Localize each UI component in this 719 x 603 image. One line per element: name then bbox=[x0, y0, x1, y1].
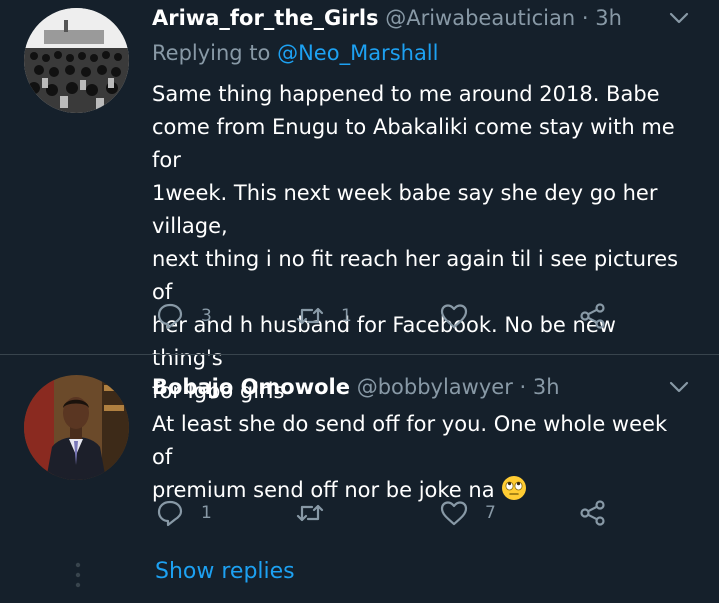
display-name[interactable]: Bobajo Omowole bbox=[152, 375, 350, 399]
timestamp[interactable]: 3h bbox=[595, 6, 622, 30]
tweet-actions: 1 7 bbox=[155, 493, 625, 533]
thread-dots-icon bbox=[75, 562, 81, 588]
reply-button[interactable]: 3 bbox=[155, 296, 212, 336]
tweet-text-body: At least she do send off for you. One wh… bbox=[152, 412, 668, 502]
chevron-down-icon[interactable] bbox=[667, 6, 691, 30]
share-button[interactable] bbox=[578, 296, 608, 336]
man-in-suit-photo-icon bbox=[24, 375, 129, 480]
separator-dot: · bbox=[581, 6, 589, 30]
display-name[interactable]: Ariwa_for_the_Girls bbox=[152, 6, 379, 30]
crowd-photo-icon bbox=[24, 8, 129, 113]
tweet[interactable]: Bobajo Omowole @bobbylawyer · 3h At leas… bbox=[0, 355, 719, 603]
mention-link[interactable]: @Neo_Marshall bbox=[277, 41, 438, 65]
heart-icon bbox=[440, 501, 468, 526]
share-icon bbox=[580, 303, 605, 329]
user-handle[interactable]: @Ariwabeautician bbox=[385, 6, 575, 30]
share-button[interactable] bbox=[578, 493, 608, 533]
like-count: 7 bbox=[485, 503, 496, 523]
avatar[interactable] bbox=[24, 8, 129, 113]
reply-icon bbox=[157, 500, 183, 527]
retweet-icon bbox=[296, 307, 324, 325]
share-icon bbox=[580, 500, 605, 526]
like-button[interactable] bbox=[439, 296, 485, 336]
show-replies-link[interactable]: Show replies bbox=[155, 559, 295, 584]
timestamp[interactable]: 3h bbox=[533, 375, 560, 399]
replying-prefix: Replying to bbox=[152, 41, 271, 65]
reply-count: 1 bbox=[201, 503, 212, 523]
tweet-header: Bobajo Omowole @bobbylawyer · 3h bbox=[152, 375, 560, 399]
avatar[interactable] bbox=[24, 375, 129, 480]
retweet-button[interactable]: 1 bbox=[295, 296, 352, 336]
replying-to: Replying to @Neo_Marshall bbox=[152, 41, 438, 65]
tweet[interactable]: Ariwa_for_the_Girls @Ariwabeautician · 3… bbox=[0, 0, 719, 403]
retweet-icon bbox=[296, 504, 324, 522]
chevron-down-icon[interactable] bbox=[667, 375, 691, 399]
tweet-actions: 3 1 bbox=[155, 296, 625, 336]
user-handle[interactable]: @bobbylawyer bbox=[357, 375, 513, 399]
separator-dot: · bbox=[519, 375, 527, 399]
reply-button[interactable]: 1 bbox=[155, 493, 212, 533]
retweet-button[interactable] bbox=[295, 493, 341, 533]
reply-icon bbox=[157, 303, 183, 330]
like-button[interactable]: 7 bbox=[439, 493, 496, 533]
retweet-count: 1 bbox=[341, 306, 352, 326]
heart-icon bbox=[440, 304, 468, 329]
tweet-header: Ariwa_for_the_Girls @Ariwabeautician · 3… bbox=[152, 6, 622, 30]
reply-count: 3 bbox=[201, 306, 212, 326]
